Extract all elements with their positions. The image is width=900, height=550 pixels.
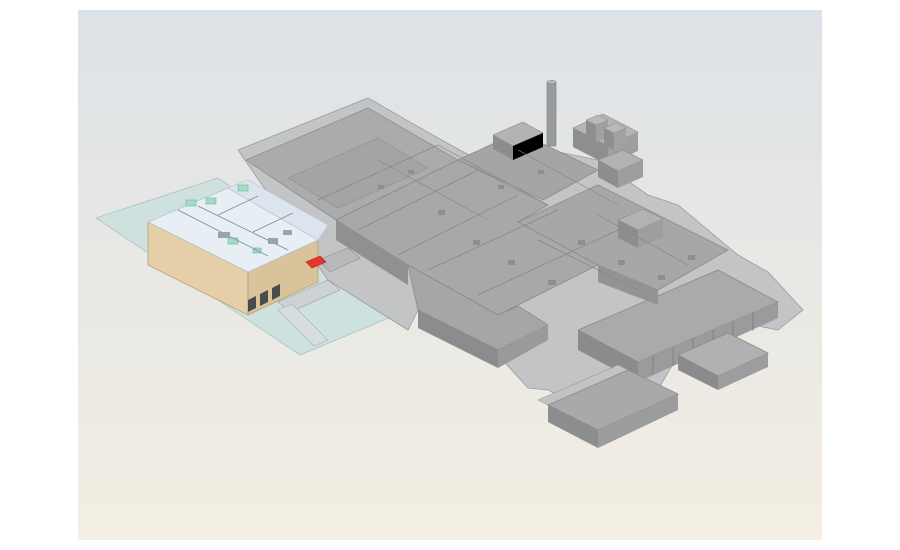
smoke-stack-top	[546, 79, 557, 85]
facility-rendering	[78, 10, 822, 540]
smoke-stack	[546, 81, 557, 147]
